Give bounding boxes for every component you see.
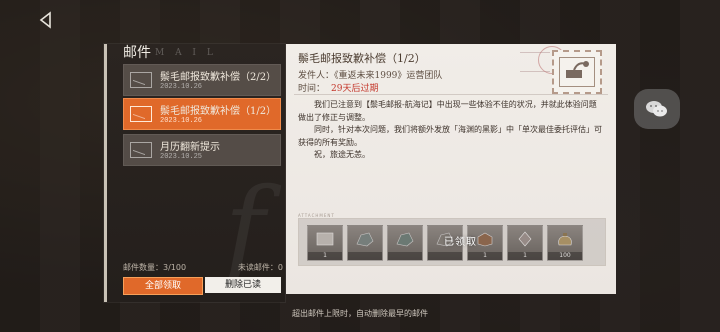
attachment-item[interactable]: 100 [547,225,583,261]
postage-stamp-icon [552,50,602,94]
envelope-icon [130,142,152,158]
attachment-item[interactable] [347,225,383,261]
mail-paragraph: 祝，旅途无恙。 [314,150,370,159]
attachment-item[interactable]: 1 [507,225,543,261]
expire-time: 29天后过期 [331,84,379,94]
panel-subtitle: M A I L [155,48,217,58]
attachment-qty: 1 [308,252,342,260]
attachment-box: 1 1 1 100 已领取 [298,218,606,266]
block-icon [477,232,493,247]
mail-item[interactable]: 鬃毛邮报致歉补偿（2/2） 2023.10.26 [123,64,281,96]
crystal-icon [518,231,532,247]
attachment-item[interactable]: 1 [307,225,343,261]
time-label: 时间： [298,84,326,94]
attachment-qty: 1 [508,252,542,260]
ore-icon [356,232,374,247]
mail-paragraph: 同时，针对本次问题，我们将额外发放「海渊的黑影」中「单次最佳委托评估」可获得的所… [298,125,602,147]
envelope-icon [130,106,152,122]
divider [294,94,608,95]
mail-stats: 邮件数量：3/100 未读邮件：0 [123,262,283,273]
received-label: 已领取 [444,237,477,248]
mail-item-title: 鬃毛邮报致歉补偿（1/2） [160,106,276,117]
envelope-icon [130,72,152,88]
panel-title: 邮件 [123,45,151,61]
mail-item-title: 鬃毛邮报致歉补偿（2/2） [160,72,276,83]
crate-icon [316,232,334,246]
mail-count: 邮件数量：3/100 [123,263,187,272]
chat-button[interactable] [634,89,680,129]
unread-count: 未读邮件：0 [237,263,283,272]
ore-icon [396,232,414,247]
mail-time: 时间： 29天后过期 [298,81,378,94]
chat-icon [646,101,667,117]
mail-body: 我们已注意到【鬃毛邮报-航海记】中出现一些体验不佳的状况，并就此体验问题做出了修… [298,99,604,162]
mail-item[interactable]: 月历翻新提示 2023.10.25 [123,134,281,166]
receive-all-button[interactable]: 全部领取 [123,277,203,295]
back-arrow-icon [39,11,51,29]
delete-read-button[interactable]: 删除已读 [205,277,281,293]
attachment-qty: 100 [548,252,582,260]
coin-bag-icon [558,233,572,246]
attachment-qty: 1 [468,252,502,260]
mail-sender: 发件人：《重返未来1999》运营团队 [298,71,443,81]
mail-list-panel: 邮件 M A I L f 鬃毛邮报致歉补偿（2/2） 2023.10.26 鬃毛… [104,44,285,302]
attachment-qty [428,252,462,260]
mail-title: 鬃毛邮报致歉补偿（1/2） [298,52,426,65]
mail-item-date: 2023.10.26 [160,117,203,125]
mail-item-active[interactable]: 鬃毛邮报致歉补偿（1/2） 2023.10.26 [123,98,281,130]
mail-detail-panel: 鬃毛邮报致歉补偿（1/2） 发件人：《重返未来1999》运营团队 时间： 29天后… [286,44,616,294]
footer-hint: 超出邮件上限时，自动删除最早的邮件 [292,309,428,318]
mail-item-date: 2023.10.26 [160,83,203,91]
attachment-qty [388,252,422,260]
back-button[interactable] [36,10,56,30]
mail-item-date: 2023.10.25 [160,153,203,161]
attachment-item[interactable] [387,225,423,261]
mail-paragraph: 我们已注意到【鬃毛邮报-航海记】中出现一些体验不佳的状况，并就此体验问题做出了修… [298,100,597,122]
attachment-qty [348,252,382,260]
mail-item-title: 月历翻新提示 [160,142,220,153]
